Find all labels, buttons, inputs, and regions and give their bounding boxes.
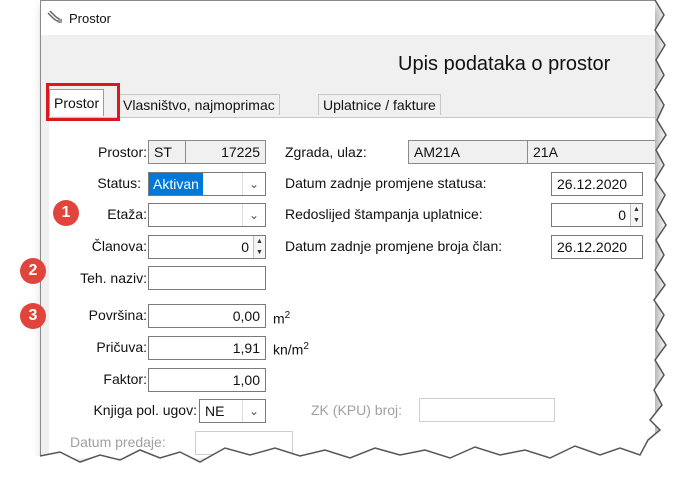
tab-highlight-box [46,83,120,121]
status-combobox[interactable]: Aktivan ⌄ [148,172,266,196]
tab-vlasnistvo[interactable]: Vlasništvo, najmoprimac [118,94,280,115]
datum-clan-field[interactable]: 26.12.2020 [551,235,643,259]
pricuva-field[interactable]: 1,91 [148,336,266,360]
datum-clan-label: Datum zadnje promjene broja član: [285,238,503,254]
callout-badge-1: 1 [53,200,79,226]
prostor-code-field[interactable]: ST [148,140,186,164]
redoslijed-stepper[interactable]: 0 ▲ ▼ [551,203,643,227]
teh-naziv-field[interactable] [148,266,266,290]
clanova-label: Članova: [91,238,147,254]
etaza-combobox[interactable]: ⌄ [148,203,266,227]
pricuva-unit: kn/m2 [273,341,309,358]
povrsina-unit: m2 [273,310,291,327]
zgrada-code-field[interactable]: AM21A [408,140,528,164]
callout-badge-3: 3 [20,303,46,329]
tab-panel: Prostor: ST 17225 Zgrada, ulaz: AM21A 21… [49,117,655,458]
faktor-field[interactable]: 1,00 [148,368,266,392]
datum-status-label: Datum zadnje promjene statusa: [285,175,487,191]
teh-naziv-label: Teh. naziv: [80,270,147,286]
title-bar: Prostor [41,1,655,35]
redoslijed-label: Redoslijed štampanja uplatnice: [285,206,483,222]
datum-status-field[interactable]: 26.12.2020 [551,172,643,196]
window-title: Prostor [69,11,111,26]
page-heading: Upis podataka o prostor [398,53,611,75]
prostor-number-field[interactable]: 17225 [185,140,266,164]
zk-label: ZK (KPU) broj: [311,402,403,418]
redoslijed-value: 0 [618,207,626,223]
zgrada-label: Zgrada, ulaz: [285,144,367,160]
zk-field[interactable] [419,398,555,422]
knjiga-selected-value: NE [205,403,225,419]
pricuva-label: Pričuva: [96,339,147,355]
chevron-down-icon[interactable]: ⌄ [242,204,265,226]
povrsina-label: Površina: [88,307,147,323]
app-icon [47,10,62,23]
datum-predaje-label: Datum predaje: [70,434,166,450]
chevron-down-icon[interactable]: ⌄ [242,173,265,195]
chevron-down-icon[interactable]: ⌄ [242,400,265,422]
zgrada-entrance-field[interactable]: 21A [527,140,655,164]
etaza-label: Etaža: [107,206,147,222]
datum-predaje-field[interactable] [195,431,293,455]
tab-uplatnice[interactable]: Uplatnice / fakture [318,94,441,115]
povrsina-field[interactable]: 0,00 [148,304,266,328]
status-label: Status: [97,175,141,191]
faktor-label: Faktor: [103,371,147,387]
knjiga-combobox[interactable]: NE ⌄ [199,399,266,423]
knjiga-label: Knjiga pol. ugov: [93,402,197,418]
clanova-value: 0 [241,239,249,255]
status-selected-value: Aktivan [149,173,203,195]
callout-badge-2: 2 [20,258,46,284]
clanova-stepper[interactable]: 0 ▲ ▼ [148,235,266,259]
stepper-buttons[interactable]: ▲ ▼ [630,204,642,226]
stepper-buttons[interactable]: ▲ ▼ [253,236,265,258]
prostor-label: Prostor: [97,144,147,160]
dialog-window: Prostor Upis podataka o prostor Prostor … [40,0,655,465]
